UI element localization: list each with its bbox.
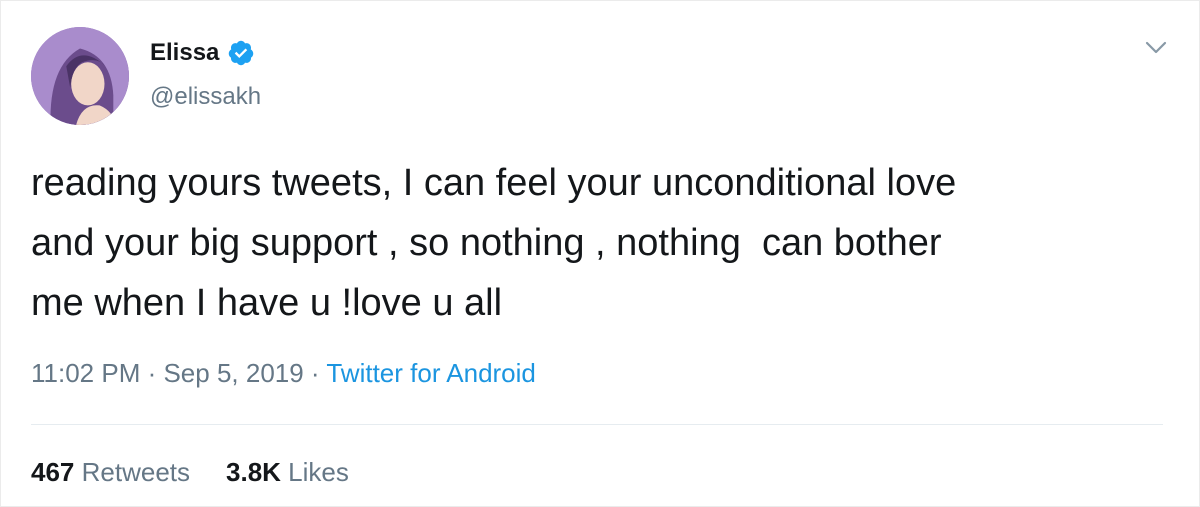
tweet-source-link[interactable]: Twitter for Android [326, 358, 536, 388]
tweet-meta: 11:02 PM · Sep 5, 2019 · Twitter for And… [31, 358, 536, 389]
tweet-stats: 467 Retweets 3.8K Likes [31, 457, 349, 488]
chevron-down-icon[interactable] [1145, 41, 1167, 55]
tweet-card: Elissa @elissakh reading yours tweets, I… [0, 0, 1200, 507]
name-row: Elissa [150, 39, 255, 67]
likes-label: Likes [288, 457, 349, 487]
divider [31, 424, 1163, 425]
user-handle[interactable]: @elissakh [150, 83, 261, 111]
retweets-count: 467 [31, 457, 75, 487]
meta-separator: · [303, 358, 327, 388]
likes-count: 3.8K [226, 457, 281, 487]
user-avatar[interactable] [31, 27, 129, 125]
meta-separator: · [140, 358, 164, 388]
tweet-time[interactable]: 11:02 PM [31, 358, 140, 388]
avatar-photo [31, 27, 129, 125]
tweet-date[interactable]: Sep 5, 2019 [163, 358, 303, 388]
retweets-label: Retweets [81, 457, 191, 487]
tweet-text: reading yours tweets, I can feel your un… [31, 162, 957, 324]
display-name[interactable]: Elissa [150, 39, 219, 67]
retweets-stat[interactable]: 467 Retweets [31, 457, 190, 488]
likes-stat[interactable]: 3.8K Likes [226, 457, 349, 488]
verified-badge-icon [229, 40, 254, 66]
